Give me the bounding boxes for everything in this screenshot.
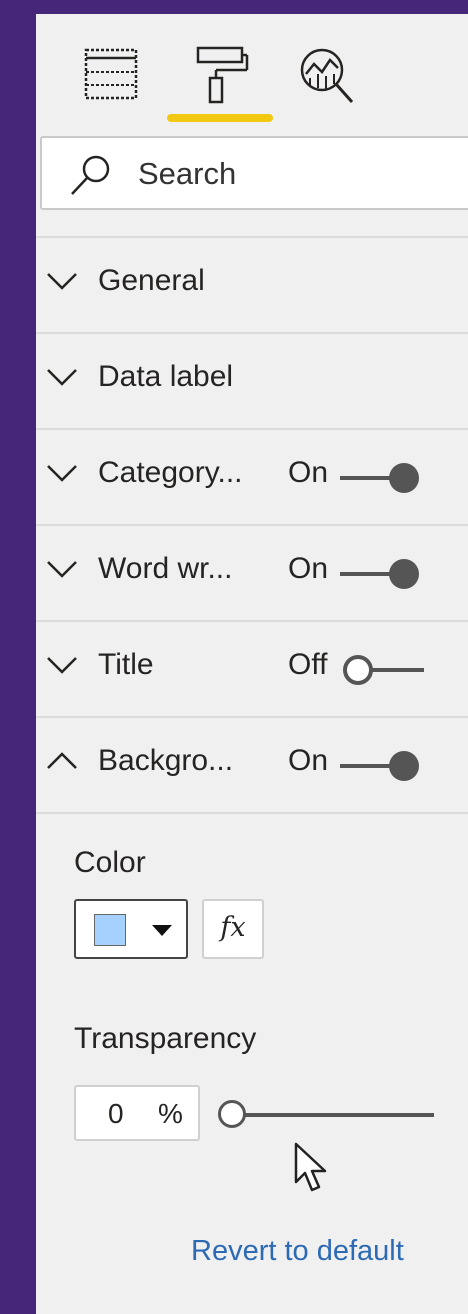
- search-box[interactable]: [40, 136, 468, 210]
- section-label: Backgro...: [98, 744, 234, 777]
- slider-track: [232, 1113, 434, 1117]
- paint-roller-icon: [196, 46, 249, 104]
- analytics-tab[interactable]: [298, 44, 358, 106]
- section-background[interactable]: Backgro... On: [36, 716, 468, 812]
- transparency-input[interactable]: 0 %: [74, 1085, 200, 1141]
- section-category[interactable]: Category... On: [36, 428, 468, 524]
- transparency-unit: %: [158, 1098, 183, 1129]
- divider: [36, 812, 468, 814]
- mouse-pointer-icon: [294, 1142, 327, 1192]
- format-pane: General Data label Category... On Word w…: [36, 14, 468, 1314]
- section-data-label[interactable]: Data label: [36, 332, 468, 428]
- toggle-state-label: Off: [288, 648, 328, 681]
- conditional-formatting-button[interactable]: fx: [202, 899, 264, 959]
- revert-to-default-link[interactable]: Revert to default: [191, 1235, 404, 1268]
- search-input[interactable]: [138, 152, 438, 196]
- toggle-state-label: On: [288, 552, 329, 585]
- color-swatch: [94, 914, 126, 946]
- toggle-switch-on[interactable]: [336, 460, 426, 496]
- toggle-switch-on[interactable]: [336, 556, 426, 592]
- chevron-down-icon: [47, 369, 77, 386]
- section-word-wrap[interactable]: Word wr... On: [36, 524, 468, 620]
- section-label: Word wr...: [98, 552, 233, 585]
- transparency-value: 0: [108, 1098, 124, 1129]
- section-label: Category...: [98, 456, 243, 489]
- section-label: Data label: [98, 360, 234, 393]
- visualizations-toolbar: [36, 14, 468, 126]
- chevron-down-icon: [47, 561, 77, 578]
- section-label: General: [98, 264, 205, 297]
- section-title[interactable]: Title Off: [36, 620, 468, 716]
- chevron-down-icon: [47, 273, 77, 290]
- section-general[interactable]: General: [36, 236, 468, 332]
- caret-down-icon: [152, 925, 172, 936]
- fields-tab[interactable]: [80, 44, 140, 106]
- toggle-switch-off[interactable]: [336, 652, 426, 688]
- toggle-switch-on[interactable]: [336, 748, 426, 784]
- toggle-state-label: On: [288, 456, 329, 489]
- fields-table-icon: [84, 48, 138, 100]
- active-tab-indicator: [167, 114, 273, 122]
- slider-thumb[interactable]: [218, 1100, 246, 1128]
- chevron-down-icon: [47, 657, 77, 674]
- transparency-label: Transparency: [74, 1022, 257, 1055]
- toggle-state-label: On: [288, 744, 329, 777]
- analytics-magnifier-icon: [300, 48, 354, 103]
- color-label: Color: [74, 846, 146, 879]
- chevron-down-icon: [47, 465, 77, 482]
- section-label: Title: [98, 648, 154, 681]
- format-tab[interactable]: [192, 44, 252, 106]
- transparency-slider[interactable]: [218, 1100, 438, 1132]
- search-icon: [71, 155, 110, 195]
- chevron-up-icon: [47, 752, 77, 769]
- color-picker-button[interactable]: [74, 899, 188, 959]
